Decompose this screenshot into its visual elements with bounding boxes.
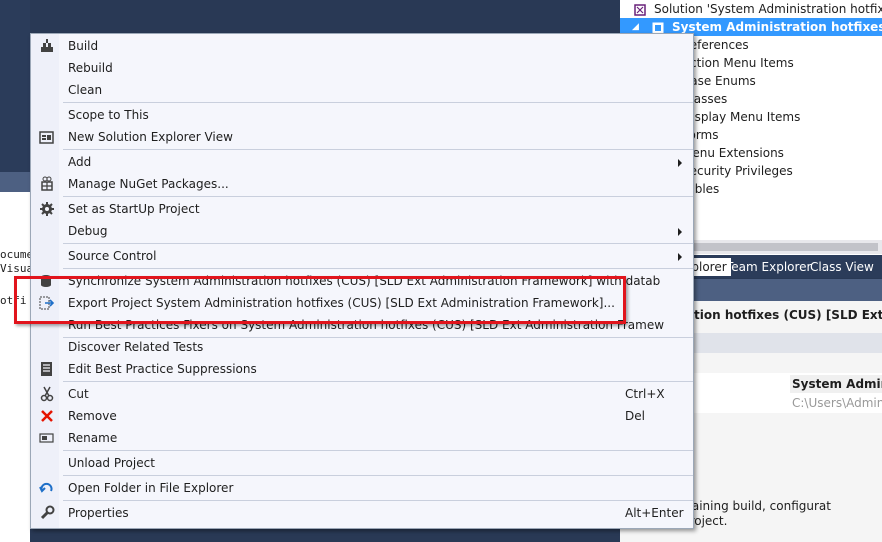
menu-item-edit-bp-suppressions[interactable]: Edit Best Practice Suppressions [32,358,692,380]
submenu-arrow-icon [678,159,682,167]
new-window-icon [39,129,55,145]
menu-separator [63,196,693,197]
menu-item-label: Add [68,155,92,169]
menu-item-label: Rename [68,431,118,445]
menu-item-label: New Solution Explorer View [68,130,233,144]
menu-separator [63,243,693,244]
menu-item-label: Debug [68,224,108,238]
solution-node[interactable]: Solution 'System Administration hotfixes… [620,0,882,18]
tree-item-label: Menu Extensions [682,146,784,160]
nuget-package-icon [39,176,55,192]
menu-item-build[interactable]: Build [32,35,692,57]
menu-separator [63,102,693,103]
build-icon [39,38,55,54]
menu-item-debug[interactable]: Debug [32,220,692,242]
menu-item-label: Set as StartUp Project [68,202,200,216]
menu-item-label: Build [68,39,99,53]
menu-item-label: Properties [68,506,129,520]
tree-item-label: Action Menu Items [682,56,794,70]
submenu-arrow-icon [678,228,682,236]
menu-item-label: Manage NuGet Packages... [68,177,229,191]
menu-item-remove[interactable]: Remove Del [32,405,692,427]
left-document-panel: ocume Visua otfi [0,172,30,542]
document-list-icon [39,361,55,377]
menu-item-add[interactable]: Add [32,151,692,173]
properties-column-header: System Administ [790,375,882,393]
close-icon [39,408,55,424]
project-label: System Administration hotfixes (CUS) [672,20,882,34]
menu-item-rename[interactable]: Rename [32,427,692,449]
menu-item-label: Unload Project [68,456,155,470]
menu-item-shortcut: Alt+Enter [625,506,684,520]
menu-item-scope-to-this[interactable]: Scope to This [32,104,692,126]
menu-separator [63,381,693,382]
tree-item-label: Display Menu Items [682,110,801,124]
menu-item-set-startup[interactable]: Set as StartUp Project [32,198,692,220]
menu-item-label: Discover Related Tests [68,340,204,354]
menu-item-new-solution-explorer-view[interactable]: New Solution Explorer View [32,126,692,148]
submenu-arrow-icon [678,253,682,261]
tab-team-explorer[interactable]: Team Explorer [722,258,816,276]
menu-item-rebuild[interactable]: Rebuild [32,57,692,79]
menu-item-shortcut: Ctrl+X [625,387,665,401]
menu-item-clean[interactable]: Clean [32,79,692,101]
scrollbar-thumb[interactable] [678,243,878,251]
menu-item-unload-project[interactable]: Unload Project [32,452,692,474]
menu-item-cut[interactable]: Cut Ctrl+X [32,383,692,405]
solution-icon [634,3,646,16]
menu-item-label: Scope to This [68,108,149,122]
menu-item-shortcut: Del [625,409,645,423]
menu-separator [63,475,693,476]
menu-separator [63,450,693,451]
menu-item-discover-tests[interactable]: Discover Related Tests [32,336,692,358]
rename-icon [39,430,55,446]
project-icon [652,21,664,34]
solution-label: Solution 'System Administration hotfixes… [654,2,882,16]
menu-item-open-folder[interactable]: Open Folder in File Explorer [32,477,692,499]
highlight-annotation-box [14,276,626,324]
menu-item-label: Clean [68,83,103,97]
menu-item-label: Source Control [68,249,157,263]
tree-item-label: Security Privileges [682,164,793,178]
menu-item-source-control[interactable]: Source Control [32,245,692,267]
gear-icon [39,201,55,217]
refresh-arrow-icon [39,480,55,496]
menu-separator [63,268,693,269]
wrench-icon [39,505,55,521]
menu-item-label: Remove [68,409,117,423]
menu-separator [63,500,693,501]
menu-item-label: Open Folder in File Explorer [68,481,234,495]
menu-item-label: Cut [68,387,89,401]
menu-item-label: Rebuild [68,61,113,75]
tab-class-view[interactable]: Class View [806,258,878,276]
menu-item-manage-nuget[interactable]: Manage NuGet Packages... [32,173,692,195]
menu-separator [63,149,693,150]
menu-item-label: Edit Best Practice Suppressions [68,362,257,376]
properties-row-value[interactable]: C:\Users\Adminis [790,394,882,412]
left-panel-header [0,172,30,192]
scissors-icon [39,386,55,402]
menu-item-properties[interactable]: Properties Alt+Enter [32,502,692,524]
